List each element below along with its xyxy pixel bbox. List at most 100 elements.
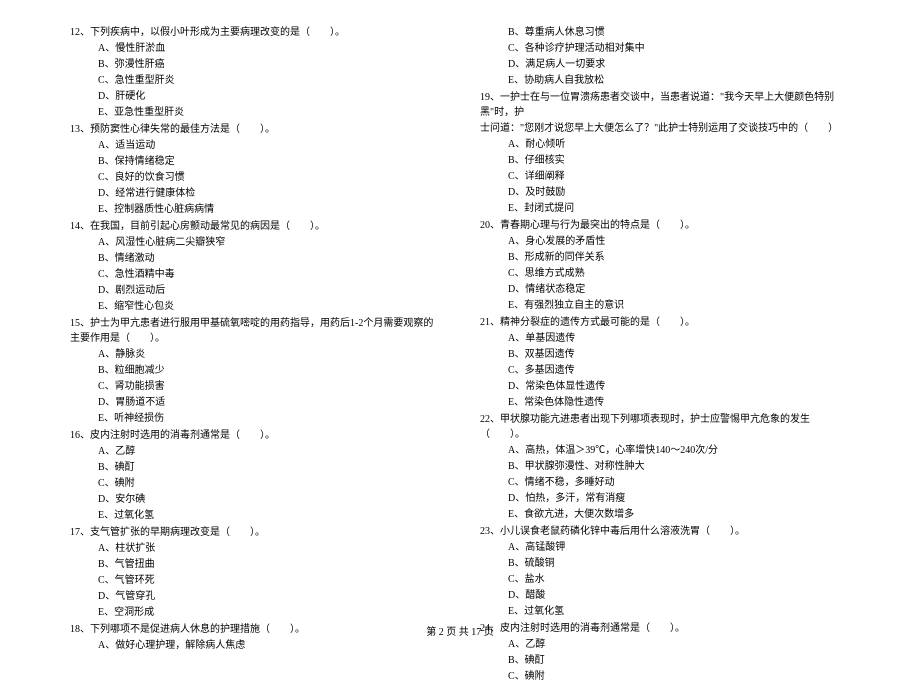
question-block: 14、在我国，目前引起心房颤动最常见的病因是（ ）。A、风湿性心脏病二尖瓣狭窄B… [70, 219, 440, 314]
option-list: A、静脉炎B、粒细胞减少C、肾功能损害D、胃肠道不适E、听神经损伤 [70, 347, 440, 426]
question-stem: 21、精神分裂症的遗传方式最可能的是（ ）。 [480, 315, 850, 330]
option-item: D、及时鼓励 [508, 185, 850, 200]
question-block: 23、小儿误食老鼠药磷化锌中毒后用什么溶液洗胃（ ）。A、高锰酸钾B、硫酸铜C、… [480, 524, 850, 619]
option-list: A、高锰酸钾B、硫酸铜C、盐水D、醋酸E、过氧化氢 [480, 540, 850, 619]
option-item: E、过氧化氢 [508, 604, 850, 619]
question-stem: 14、在我国，目前引起心房颤动最常见的病因是（ ）。 [70, 219, 440, 234]
option-item: E、听神经损伤 [98, 411, 440, 426]
question-block: 21、精神分裂症的遗传方式最可能的是（ ）。A、单基因遗传B、双基因遗传C、多基… [480, 315, 850, 410]
option-item: E、常染色体隐性遗传 [508, 395, 850, 410]
option-item: C、详细阐释 [508, 169, 850, 184]
option-item: E、有强烈独立自主的意识 [508, 298, 850, 313]
question-block: 15、护士为甲亢患者进行服用甲基硫氧嘧啶的用药指导，用药后1-2个月需要观察的主… [70, 316, 440, 426]
option-item: E、控制器质性心脏病病情 [98, 202, 440, 217]
option-item: B、硫酸铜 [508, 556, 850, 571]
option-item: A、慢性肝淤血 [98, 41, 440, 56]
question-stem: 19、一护士在与一位胃溃疡患者交谈中，当患者说道："我今天早上大便颜色特别黑"时… [480, 90, 850, 120]
option-list: A、耐心倾听B、仔细核实C、详细阐释D、及时鼓励E、封闭式提问 [480, 137, 850, 216]
option-item: E、空洞形成 [98, 605, 440, 620]
option-item: A、静脉炎 [98, 347, 440, 362]
option-item: B、保持情绪稳定 [98, 154, 440, 169]
question-block: 20、青春期心理与行为最突出的特点是（ ）。A、身心发展的矛盾性B、形成新的同伴… [480, 218, 850, 313]
option-item: C、急性酒精中毒 [98, 267, 440, 282]
question-stem: 20、青春期心理与行为最突出的特点是（ ）。 [480, 218, 850, 233]
option-item: E、封闭式提问 [508, 201, 850, 216]
option-item: E、协助病人自我放松 [508, 73, 850, 88]
question-block: 17、支气管扩张的早期病理改变是（ ）。A、柱状扩张B、气管扭曲C、气管环死D、… [70, 525, 440, 620]
question-block: 13、预防窦性心律失常的最佳方法是（ ）。A、适当运动B、保持情绪稳定C、良好的… [70, 122, 440, 217]
option-item: B、碘酊 [98, 460, 440, 475]
question-block: 19、一护士在与一位胃溃疡患者交谈中，当患者说道："我今天早上大便颜色特别黑"时… [480, 90, 850, 216]
option-item: D、剧烈运动后 [98, 283, 440, 298]
option-item: C、多基因遗传 [508, 363, 850, 378]
option-list: A、单基因遗传B、双基因遗传C、多基因遗传D、常染色体显性遗传E、常染色体隐性遗… [480, 331, 850, 410]
option-item: B、碘酊 [508, 653, 850, 668]
option-list: A、风湿性心脏病二尖瓣狭窄B、情绪激动C、急性酒精中毒D、剧烈运动后E、缩窄性心… [70, 235, 440, 314]
question-block: 12、下列疾病中，以假小叶形成为主要病理改变的是（ ）。A、慢性肝淤血B、弥漫性… [70, 25, 440, 120]
option-item: C、气管环死 [98, 573, 440, 588]
option-item: B、弥漫性肝癌 [98, 57, 440, 72]
option-item: B、形成新的同伴关系 [508, 250, 850, 265]
option-item: C、碘附 [508, 669, 850, 684]
question-stem: 23、小儿误食老鼠药磷化锌中毒后用什么溶液洗胃（ ）。 [480, 524, 850, 539]
option-list: A、高热，体温＞39℃，心率增快140～240次/分B、甲状腺弥漫性、对称性肿大… [480, 443, 850, 522]
option-item: D、怕热，多汗，常有消瘦 [508, 491, 850, 506]
question-block: 16、皮内注射时选用的消毒剂通常是（ ）。A、乙醇B、碘酊C、碘附D、安尔碘E、… [70, 428, 440, 523]
option-item: D、胃肠道不适 [98, 395, 440, 410]
question-stem: 12、下列疾病中，以假小叶形成为主要病理改变的是（ ）。 [70, 25, 440, 40]
option-item: B、情绪激动 [98, 251, 440, 266]
option-item: E、过氧化氢 [98, 508, 440, 523]
option-item: B、气管扭曲 [98, 557, 440, 572]
option-item: A、身心发展的矛盾性 [508, 234, 850, 249]
option-item: D、气管穿孔 [98, 589, 440, 604]
option-item: B、粒细胞减少 [98, 363, 440, 378]
option-item: A、乙醇 [98, 444, 440, 459]
option-item: C、碘附 [98, 476, 440, 491]
option-item: A、单基因遗传 [508, 331, 850, 346]
option-list: A、乙醇B、碘酊C、碘附D、安尔碘E、过氧化氢 [70, 444, 440, 523]
option-item: D、醋酸 [508, 588, 850, 603]
option-item: C、思维方式成熟 [508, 266, 850, 281]
option-item: D、满足病人一切要求 [508, 57, 850, 72]
option-item: D、安尔碘 [98, 492, 440, 507]
option-item: C、盐水 [508, 572, 850, 587]
option-list: A、适当运动B、保持情绪稳定C、良好的饮食习惯D、经常进行健康体检E、控制器质性… [70, 138, 440, 217]
question-stem: 22、甲状腺功能亢进患者出现下列哪项表现时，护士应警惕甲亢危象的发生（ ）。 [480, 412, 850, 442]
option-item: D、常染色体显性遗传 [508, 379, 850, 394]
question-block: 22、甲状腺功能亢进患者出现下列哪项表现时，护士应警惕甲亢危象的发生（ ）。A、… [480, 412, 850, 522]
option-item: E、缩窄性心包炎 [98, 299, 440, 314]
option-item: A、高热，体温＞39℃，心率增快140～240次/分 [508, 443, 850, 458]
right-column: B、尊重病人休息习惯C、各种诊疗护理活动相对集中D、满足病人一切要求E、协助病人… [460, 25, 860, 590]
option-item: D、情绪状态稳定 [508, 282, 850, 297]
option-list: B、尊重病人休息习惯C、各种诊疗护理活动相对集中D、满足病人一切要求E、协助病人… [480, 25, 850, 88]
option-item: A、做好心理护理，解除病人焦虑 [98, 638, 440, 653]
option-item: E、食欲亢进，大便次数增多 [508, 507, 850, 522]
page-number: 第 2 页 共 17 页 [426, 627, 494, 638]
option-item: D、肝硬化 [98, 89, 440, 104]
left-column: 12、下列疾病中，以假小叶形成为主要病理改变的是（ ）。A、慢性肝淤血B、弥漫性… [60, 25, 460, 590]
question-stem: 15、护士为甲亢患者进行服用甲基硫氧嘧啶的用药指导，用药后1-2个月需要观察的主… [70, 316, 440, 346]
option-item: B、仔细核实 [508, 153, 850, 168]
option-item: A、柱状扩张 [98, 541, 440, 556]
question-stem: 17、支气管扩张的早期病理改变是（ ）。 [70, 525, 440, 540]
option-list: A、柱状扩张B、气管扭曲C、气管环死D、气管穿孔E、空洞形成 [70, 541, 440, 620]
option-item: C、情绪不稳，多睡好动 [508, 475, 850, 490]
option-item: A、耐心倾听 [508, 137, 850, 152]
option-item: B、双基因遗传 [508, 347, 850, 362]
option-item: B、甲状腺弥漫性、对称性肿大 [508, 459, 850, 474]
option-item: C、肾功能损害 [98, 379, 440, 394]
option-item: C、急性重型肝炎 [98, 73, 440, 88]
option-item: B、尊重病人休息习惯 [508, 25, 850, 40]
option-list: A、身心发展的矛盾性B、形成新的同伴关系C、思维方式成熟D、情绪状态稳定E、有强… [480, 234, 850, 313]
question-stem-line2: 士问道："您刚才说您早上大便怎么了？"此护士特别运用了交谈技巧中的（ ） [480, 121, 850, 136]
question-stem: 13、预防窦性心律失常的最佳方法是（ ）。 [70, 122, 440, 137]
option-list: A、慢性肝淤血B、弥漫性肝癌C、急性重型肝炎D、肝硬化E、亚急性重型肝炎 [70, 41, 440, 120]
question-stem: 16、皮内注射时选用的消毒剂通常是（ ）。 [70, 428, 440, 443]
option-item: C、各种诊疗护理活动相对集中 [508, 41, 850, 56]
page-footer: 第 2 页 共 17 页 [0, 625, 920, 640]
option-list: A、乙醇B、碘酊C、碘附 [480, 637, 850, 684]
option-item: A、风湿性心脏病二尖瓣狭窄 [98, 235, 440, 250]
option-item: C、良好的饮食习惯 [98, 170, 440, 185]
question-block: B、尊重病人休息习惯C、各种诊疗护理活动相对集中D、满足病人一切要求E、协助病人… [480, 25, 850, 88]
option-item: A、高锰酸钾 [508, 540, 850, 555]
